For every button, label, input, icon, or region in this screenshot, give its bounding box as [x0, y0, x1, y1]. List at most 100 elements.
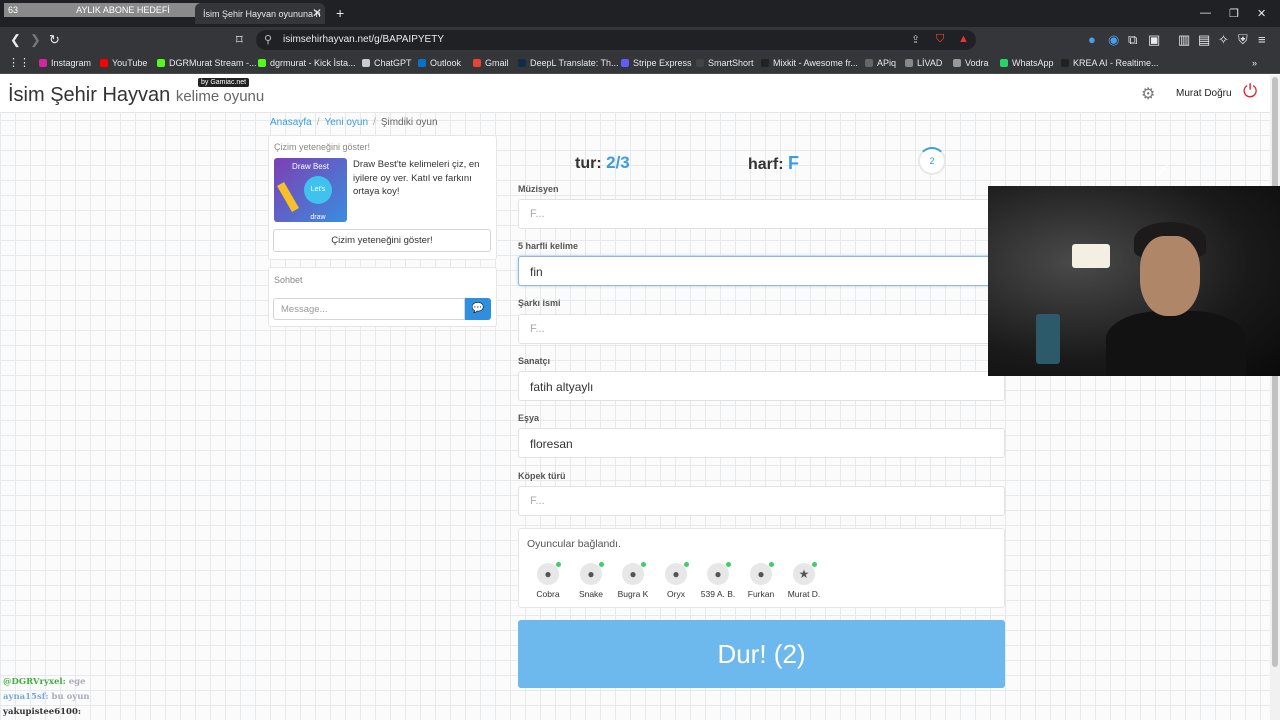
- bookmark-deepl[interactable]: DeepL Translate: Th...: [518, 58, 619, 68]
- webcam-overlay: [988, 186, 1280, 376]
- gamiac-badge: by Gamiac.net: [198, 78, 250, 87]
- leo-icon[interactable]: ✧: [1218, 32, 1229, 48]
- field-label-muzisyen: Müzisyen: [518, 184, 559, 194]
- close-tab-icon[interactable]: ✕: [312, 6, 322, 20]
- browser-toolbar: ❮ ❯ ↻ ⌑ ⚲ isimsehirhayvan.net/g/BAPAIPYE…: [0, 27, 1280, 53]
- site-info-icon[interactable]: ⚲: [264, 33, 272, 46]
- bookmark-krea[interactable]: KREA AI - Realtime...: [1061, 58, 1159, 68]
- field-5-letter-word-input[interactable]: fin: [518, 256, 1005, 286]
- bookmark-icon[interactable]: ⌑: [236, 32, 243, 48]
- stream-chat-line: @DGRVryxel: ege: [3, 677, 86, 687]
- breadcrumb-home[interactable]: Anasayfa: [270, 117, 312, 128]
- field-label-song-name: Şarkı ismi: [518, 298, 561, 308]
- breadcrumb-new-game[interactable]: Yeni oyun: [324, 117, 368, 128]
- bookmark-vodra[interactable]: Vodra: [953, 58, 989, 68]
- user-icon: ●: [580, 562, 604, 585]
- send-message-button[interactable]: 💬: [465, 298, 491, 320]
- tab-title: İsim Şehir Hayvan oyununa h: [203, 9, 321, 19]
- bookmark-gmail[interactable]: Gmail: [473, 58, 509, 68]
- forward-icon[interactable]: ❯: [30, 32, 41, 48]
- player-item: ● Oryx: [656, 562, 696, 599]
- field-label-artist: Sanatçı: [518, 356, 551, 366]
- bookmark-livad[interactable]: LİVAD: [905, 58, 942, 68]
- bookmark-instagram[interactable]: Instagram: [39, 58, 91, 68]
- bookmark-apiq[interactable]: APiq: [865, 58, 896, 68]
- promo-title: Çizim yeteneğini göster!: [274, 142, 371, 152]
- bookmark-dgrmurat-stream[interactable]: DGRMurat Stream -...: [157, 58, 257, 68]
- user-icon: ●: [622, 562, 646, 585]
- bookmark-mixkit[interactable]: Mixkit - Awesome fr...: [761, 58, 858, 68]
- extension-icon[interactable]: ●: [1088, 32, 1096, 47]
- user-name[interactable]: Murat Doğru: [1176, 88, 1232, 99]
- field-dog-breed-input[interactable]: F...: [518, 486, 1005, 516]
- maximize-icon[interactable]: ❐: [1229, 7, 1239, 20]
- more-bookmarks-icon[interactable]: »: [1252, 58, 1257, 68]
- field-label-item: Eşya: [518, 413, 540, 423]
- player-item: ● Furkan: [741, 562, 781, 599]
- bookmark-outlook[interactable]: Outlook: [418, 58, 461, 68]
- round-indicator: tur: 2/3: [575, 153, 630, 172]
- reload-icon[interactable]: ↻: [49, 32, 60, 48]
- chat-message-input[interactable]: Message...: [273, 298, 465, 320]
- minimize-icon[interactable]: —: [1200, 7, 1211, 19]
- field-item-input[interactable]: floresan: [518, 428, 1005, 458]
- user-icon: ●: [665, 562, 689, 585]
- new-tab-icon[interactable]: +: [336, 5, 344, 21]
- apps-icon[interactable]: ⋮⋮: [8, 56, 30, 69]
- subscribe-logo: ⟋: [1158, 160, 1170, 179]
- draw-best-image[interactable]: Draw Best Let's draw: [274, 158, 347, 222]
- address-bar[interactable]: ⚲ isimsehirhayvan.net/g/BAPAIPYETY ⇪ ⛉ ▲: [256, 30, 976, 50]
- chat-title: Sohbet: [274, 275, 303, 285]
- brave-rewards-icon[interactable]: ▲: [958, 33, 969, 45]
- players-title: Oyuncular bağlandı.: [527, 538, 621, 550]
- browser-tab-strip: 63 AYLIK ABONE HEDEFİ 100 İsim Şehir Hay…: [0, 0, 1280, 27]
- bookmark-chatgpt[interactable]: ChatGPT: [362, 58, 412, 68]
- player-item: ● Cobra: [528, 562, 568, 599]
- site-header: İsim Şehir Hayvan kelime oyunu by Gamiac…: [0, 75, 1270, 113]
- menu-icon[interactable]: ≡: [1258, 32, 1266, 47]
- promo-text: Draw Best'te kelimeleri çiz, en iyilere …: [353, 159, 480, 197]
- show-drawing-button[interactable]: Çizim yeteneğini göster!: [273, 229, 491, 252]
- countdown-timer: 2: [918, 147, 946, 175]
- letter-indicator: harf: F: [748, 153, 800, 173]
- user-icon: ●: [707, 562, 731, 585]
- bookmark-whatsapp[interactable]: WhatsApp: [1000, 58, 1054, 68]
- active-tab[interactable]: İsim Şehir Hayvan oyununa h: [195, 3, 325, 24]
- vpn-icon[interactable]: ⛨: [1238, 32, 1248, 48]
- extensions-icon[interactable]: ⧉: [1128, 32, 1137, 48]
- stream-chat-line: ayna15sf: bu oyun: [3, 692, 90, 702]
- player-item: ● Bugra K: [613, 562, 653, 599]
- breadcrumb: Anasayfa / Yeni oyun / Şimdiki oyun: [270, 117, 438, 128]
- sidebar-icon[interactable]: ▥: [1178, 32, 1190, 48]
- chat-bubble-icon: 💬: [471, 303, 485, 314]
- back-icon[interactable]: ❮: [10, 32, 21, 48]
- bookmark-smartshort[interactable]: SmartShort: [696, 58, 754, 68]
- url-text: isimsehirhayvan.net/g/BAPAIPYETY: [283, 34, 444, 45]
- bookmark-kick[interactable]: dgrmurat - Kick İsta...: [258, 58, 356, 68]
- audio-icon[interactable]: ◉: [1108, 32, 1119, 48]
- gear-icon[interactable]: ⚙: [1141, 84, 1155, 104]
- share-icon[interactable]: ⇪: [911, 33, 920, 46]
- close-window-icon[interactable]: ✕: [1257, 7, 1266, 20]
- page-scrollbar[interactable]: [1270, 75, 1280, 720]
- brave-shield-icon[interactable]: ⛉: [936, 33, 944, 46]
- field-muzisyen-input[interactable]: F...: [518, 199, 1005, 229]
- site-logo[interactable]: İsim Şehir Hayvan kelime oyunu: [8, 84, 264, 107]
- field-label-dog-breed: Köpek türü: [518, 471, 566, 481]
- wallet-icon[interactable]: ▤: [1198, 32, 1210, 48]
- bookmark-youtube[interactable]: YouTube: [100, 58, 147, 68]
- logout-icon[interactable]: ⏻: [1243, 81, 1257, 102]
- media-icon[interactable]: ▣: [1148, 32, 1160, 48]
- stream-chat-line: yakupistee6100:: [3, 707, 82, 717]
- user-icon: ●: [537, 562, 561, 585]
- bookmark-stripe[interactable]: Stripe Express: [621, 58, 692, 68]
- field-song-name-input[interactable]: F...: [518, 314, 1005, 344]
- breadcrumb-current: Şimdiki oyun: [380, 117, 438, 128]
- players-panel: Oyuncular bağlandı. ● Cobra ● Snake ● Bugra…: [518, 528, 1005, 608]
- field-label-5-letter-word: 5 harfli kelime: [518, 241, 579, 251]
- bookmarks-bar: ⋮⋮ Instagram YouTube DGRMurat Stream -..…: [0, 53, 1280, 74]
- stop-button[interactable]: Dur! (2): [518, 620, 1005, 688]
- field-artist-input[interactable]: fatih altyaylı: [518, 371, 1005, 401]
- player-item: ★ Murat D.: [784, 562, 824, 599]
- player-item: ● Snake: [571, 562, 611, 599]
